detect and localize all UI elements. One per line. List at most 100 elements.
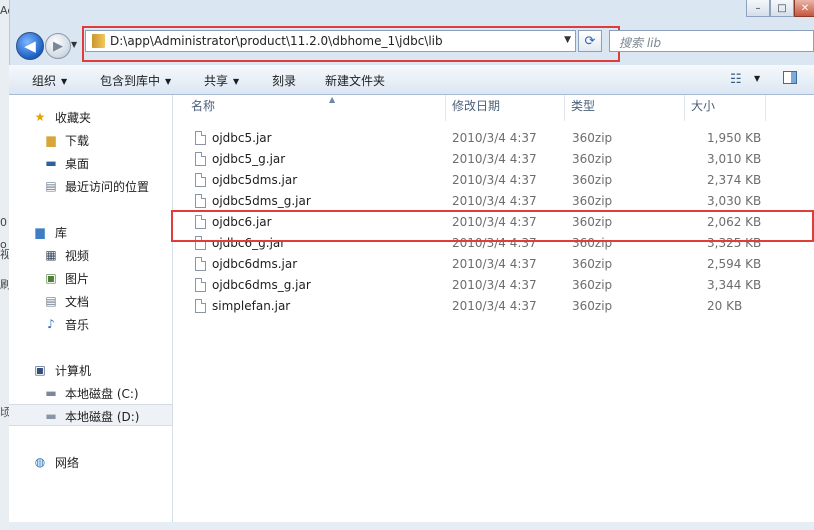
network-icon: ◍ [34,455,46,469]
organize-label: 组织 [32,74,57,88]
table-row[interactable]: ojdbc6dms.jar 2010/3/4 4:37 360zip 2,594… [189,255,789,276]
file-name: ojdbc5.jar [212,131,272,145]
column-divider[interactable] [445,95,446,121]
computer-icon: ▣ [34,363,46,377]
table-row[interactable]: ojdbc5_g.jar 2010/3/4 4:37 360zip 3,010 … [189,150,789,171]
burn-button[interactable]: 刻录 [272,72,296,89]
window-caption-buttons: – □ ✕ [746,0,814,18]
file-name: ojdbc6dms.jar [212,257,298,271]
table-row[interactable]: ojdbc6dms_g.jar 2010/3/4 4:37 360zip 3,3… [189,276,789,297]
search-placeholder: 搜索 lib [619,36,662,50]
command-toolbar: 组织 ▼ 包含到库中 ▼ 共享 ▼ 刻录 新建文件夹 ☷ ▼ [9,65,814,95]
file-modified: 2010/3/4 4:37 [452,299,537,313]
table-row[interactable]: simplefan.jar 2010/3/4 4:37 360zip 20 KB [189,297,789,318]
file-type: 360zip [572,257,613,271]
file-icon [195,257,206,271]
table-row[interactable]: ojdbc5dms.jar 2010/3/4 4:37 360zip 2,374… [189,171,789,192]
drive-icon: ▬ [45,409,57,423]
background-text: 顷 [0,406,9,419]
sidebar-item-network[interactable]: ◍ 网络 [9,451,172,473]
close-icon: ✕ [800,2,810,14]
file-size: 2,374 KB [707,173,762,187]
pictures-icon: ▣ [45,271,57,285]
file-modified: 2010/3/4 4:37 [452,278,537,292]
file-icon [195,131,206,145]
column-header-modified[interactable]: 修改日期 [452,97,500,121]
share-button[interactable]: 共享 ▼ [204,72,239,89]
sidebar-item-computer[interactable]: ▣ 计算机 [9,359,172,381]
sidebar-item-label: 网络 [55,456,80,470]
file-size: 20 KB [707,299,743,313]
address-highlight-box [82,26,620,62]
minimize-button[interactable]: – [746,0,770,17]
sidebar-item-documents[interactable]: ▤ 文档 [9,290,172,312]
file-name: ojdbc5_g.jar [212,152,286,166]
forward-button[interactable]: ▶ [45,33,71,59]
system-drive-icon: ▬ [45,386,57,400]
column-divider[interactable] [765,95,766,121]
chevron-down-icon: ▼ [61,77,68,86]
back-button[interactable]: ◀ [16,32,44,60]
column-header-size[interactable]: 大小 [691,97,715,121]
sidebar-item-libraries[interactable]: ▆ 库 [9,221,172,243]
new-folder-button[interactable]: 新建文件夹 [325,72,385,89]
preview-pane-icon[interactable] [783,71,797,84]
file-modified: 2010/3/4 4:37 [452,173,537,187]
sidebar-item-recent[interactable]: ▤ 最近访问的位置 [9,175,172,197]
recent-places-icon: ▤ [45,179,57,193]
sidebar-item-label: 本地磁盘 (D:) [65,410,140,424]
downloads-folder-icon: ▆ [46,133,56,147]
sidebar-item-desktop[interactable]: ▬ 桌面 [9,152,172,174]
star-icon: ★ [34,110,46,124]
recent-pages-dropdown[interactable]: ▼ [71,40,77,49]
file-icon [195,299,206,313]
sidebar-item-drive-d[interactable]: ▬ 本地磁盘 (D:) [9,404,172,426]
explorer-window: Ac 0 o 视 刷 顷 – □ ✕ ◀ ▶ ▼ D:\app\Administ… [0,0,814,530]
view-options-icon[interactable]: ☷ [730,72,742,87]
file-icon [195,152,206,166]
file-name: ojdbc6dms_g.jar [212,278,311,292]
include-in-library-label: 包含到库中 [100,74,161,88]
file-modified: 2010/3/4 4:37 [452,257,537,271]
file-name: ojdbc5dms_g.jar [212,194,311,208]
column-header-type[interactable]: 类型 [571,97,595,121]
file-icon [195,194,206,208]
sidebar-item-downloads[interactable]: ▆ 下载 [9,129,172,151]
file-icon [195,173,206,187]
sidebar-item-label: 最近访问的位置 [65,180,150,194]
sidebar-item-label: 下载 [65,134,90,148]
search-input[interactable]: 搜索 lib [609,30,814,52]
file-name: ojdbc5dms.jar [212,173,298,187]
file-name: simplefan.jar [212,299,291,313]
table-row[interactable]: ojdbc5.jar 2010/3/4 4:37 360zip 1,950 KB [189,129,789,150]
navigation-pane: ★ 收藏夹 ▆ 下载 ▬ 桌面 ▤ 最近访问的位置 ▆ 库 ▦ 视频 ▣ 图片 … [9,95,173,530]
sidebar-item-music[interactable]: ♪ 音乐 [9,313,172,335]
file-type: 360zip [572,194,613,208]
close-button[interactable]: ✕ [794,0,814,17]
column-header-label: 名称 [191,99,216,113]
sidebar-item-label: 桌面 [65,157,90,171]
sidebar-item-label: 本地磁盘 (C:) [65,387,139,401]
column-header-name[interactable]: 名称 ▲ [191,95,335,121]
column-divider[interactable] [684,95,685,121]
file-type: 360zip [572,131,613,145]
background-text: Ac [0,4,9,17]
view-dropdown-icon[interactable]: ▼ [754,74,760,83]
sidebar-item-pictures[interactable]: ▣ 图片 [9,267,172,289]
include-in-library-button[interactable]: 包含到库中 ▼ [100,72,171,89]
sidebar-item-favorites[interactable]: ★ 收藏夹 [9,106,172,128]
share-label: 共享 [204,74,229,88]
organize-button[interactable]: 组织 ▼ [32,72,67,89]
file-type: 360zip [572,278,613,292]
column-divider[interactable] [564,95,565,121]
desktop-icon: ▬ [45,156,57,170]
library-icon: ▆ [35,225,45,239]
maximize-button[interactable]: □ [770,0,794,17]
sidebar-item-videos[interactable]: ▦ 视频 [9,244,172,266]
background-text: 视 [0,248,9,261]
file-size: 3,010 KB [707,152,762,166]
file-list: 名称 ▲ 修改日期 类型 大小 ojdbc5.jar 2010/3/4 4:37… [173,95,814,530]
sidebar-item-drive-c[interactable]: ▬ 本地磁盘 (C:) [9,382,172,404]
music-note-icon: ♪ [47,317,55,331]
file-type: 360zip [572,152,613,166]
